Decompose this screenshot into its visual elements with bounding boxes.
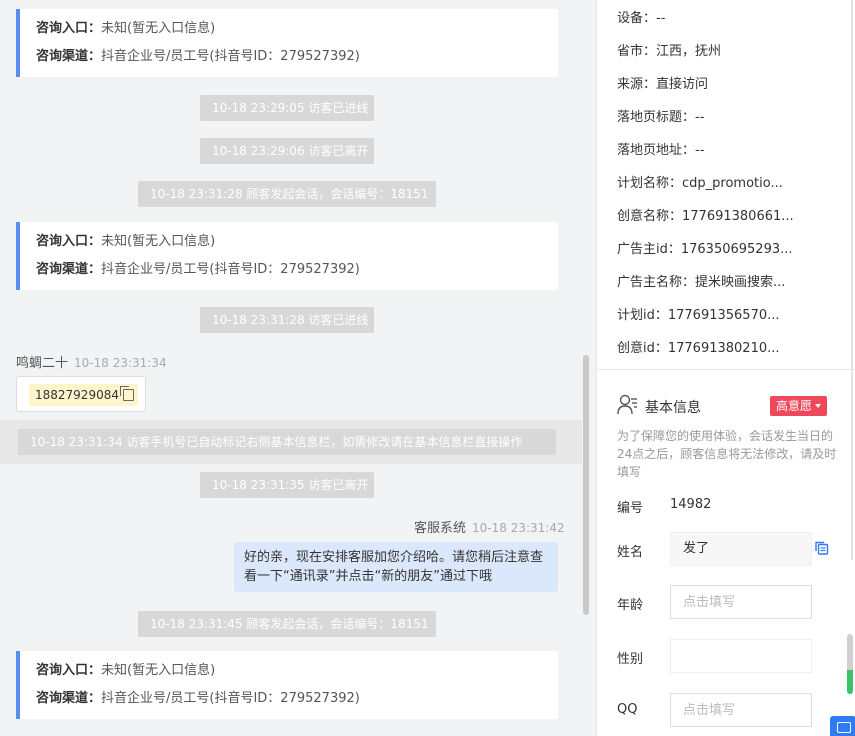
qq-input[interactable] [670, 693, 812, 727]
detail-region: 省市：江西，抚州 [617, 44, 722, 59]
name-field[interactable]: 发了 [670, 532, 812, 566]
system-message: 10-18 23:31:28 访客已进线 [200, 307, 374, 333]
copy-icon[interactable] [119, 386, 134, 401]
qq-label: QQ [617, 702, 638, 717]
system-message: 10-18 23:31:45 顾客发起会话，会话编号：18151 [138, 611, 436, 637]
detail-plan-name: 计划名称：cdp_promotio... [617, 176, 783, 191]
entry-value: 未知(暂无入口信息) [101, 234, 216, 249]
gender-label: 性别 [617, 652, 644, 667]
channel-value: 抖音企业号/员工号(抖音号ID：279527392) [101, 262, 360, 277]
user-icon [617, 394, 637, 415]
entry-label: 咨询入口： [36, 234, 102, 249]
side-scroll-track [851, 0, 853, 560]
name-value: 发了 [683, 541, 710, 556]
id-value: 14982 [670, 497, 712, 512]
chat-panel: 咨询入口：未知(暂无入口信息) 咨询渠道：抖音企业号/员工号(抖音号ID：279… [0, 0, 596, 736]
intent-badge-label: 高意愿 [776, 399, 813, 413]
system-message: 10-18 23:29:06 访客已离开 [200, 138, 374, 164]
detail-creative-id: 创意id：177691380210... [617, 341, 780, 356]
age-input[interactable] [670, 585, 812, 619]
message-icon[interactable] [830, 716, 855, 736]
system-message: 10-18 23:31:28 顾客发起会话，会话编号：18151 [138, 181, 436, 207]
name-label: 姓名 [617, 545, 644, 560]
consult-info-card: 咨询入口：未知(暂无入口信息) 咨询渠道：抖音企业号/员工号(抖音号ID：279… [16, 222, 558, 290]
visitor-sender: 鸣蜩二十 10-18 23:31:34 [16, 352, 167, 371]
detail-landing-title: 落地页标题：-- [617, 110, 705, 125]
agent-sender: 客服系统 10-18 23:31:42 [414, 517, 565, 536]
entry-value: 未知(暂无入口信息) [101, 663, 216, 678]
id-label: 编号 [617, 501, 644, 516]
detail-creative-name: 创意名称：177691380661... [617, 209, 794, 224]
visitor-time: 10-18 23:31:34 [74, 356, 167, 370]
system-message: 10-18 23:29:05 访客已进线 [200, 95, 374, 121]
agent-name: 客服系统 [414, 521, 467, 536]
basic-info-title: 基本信息 [645, 400, 701, 416]
visitor-name: 鸣蜩二十 [16, 356, 69, 371]
chat-scrollbar[interactable] [583, 355, 589, 615]
entry-value: 未知(暂无入口信息) [101, 21, 216, 36]
gender-select[interactable] [670, 639, 812, 673]
channel-label: 咨询渠道： [36, 262, 102, 277]
intent-dropdown[interactable]: 高意愿 [770, 396, 828, 416]
channel-value: 抖音企业号/员工号(抖音号ID：279527392) [101, 49, 360, 64]
detail-landing-url: 落地页地址：-- [617, 143, 705, 158]
detail-plan-id: 计划id：177691356570... [617, 308, 780, 323]
consult-info-card: 咨询入口：未知(暂无入口信息) 咨询渠道：抖音企业号/员工号(抖音号ID：279… [16, 9, 558, 77]
visitor-message-bubble: 18827929084 [16, 376, 146, 412]
phone-chip[interactable]: 18827929084 [29, 384, 138, 406]
entry-label: 咨询入口： [36, 663, 102, 678]
customer-info-panel: 设备：-- 省市：江西，抚州 来源：直接访问 落地页标题：-- 落地页地址：--… [596, 0, 855, 736]
copy-icon[interactable] [815, 541, 829, 555]
detail-device: 设备：-- [617, 11, 666, 26]
system-notice: 10-18 23:31:34 访客手机号已自动标记右侧基本信息栏，如需修改请在基… [18, 429, 556, 455]
phone-number: 18827929084 [35, 388, 119, 402]
entry-label: 咨询入口： [36, 21, 102, 36]
age-label: 年龄 [617, 598, 644, 613]
agent-time: 10-18 23:31:42 [472, 521, 565, 535]
detail-advertiser-id: 广告主id：176350695293... [617, 242, 793, 257]
scroll-indicator [847, 670, 853, 694]
agent-message-bubble: 好的亲，现在安排客服加您介绍哈。请您稍后注意查看一下“通讯录”并点击“新的朋友”… [234, 542, 558, 592]
detail-source: 来源：直接访问 [617, 77, 709, 92]
detail-advertiser-name: 广告主名称：提米映画搜索... [617, 275, 786, 290]
edit-hint: 为了保障您的使用体验，会话发生当日的24点之后，顾客信息将无法修改，请及时填写 [617, 429, 837, 479]
side-scrollbar[interactable] [847, 634, 853, 694]
channel-label: 咨询渠道： [36, 49, 102, 64]
channel-label: 咨询渠道： [36, 691, 102, 706]
channel-value: 抖音企业号/员工号(抖音号ID：279527392) [101, 691, 360, 706]
consult-info-card: 咨询入口：未知(暂无入口信息) 咨询渠道：抖音企业号/员工号(抖音号ID：279… [16, 651, 558, 719]
section-divider [597, 369, 855, 370]
system-message: 10-18 23:31:35 访客已离开 [200, 472, 374, 498]
caret-down-icon [815, 404, 822, 408]
